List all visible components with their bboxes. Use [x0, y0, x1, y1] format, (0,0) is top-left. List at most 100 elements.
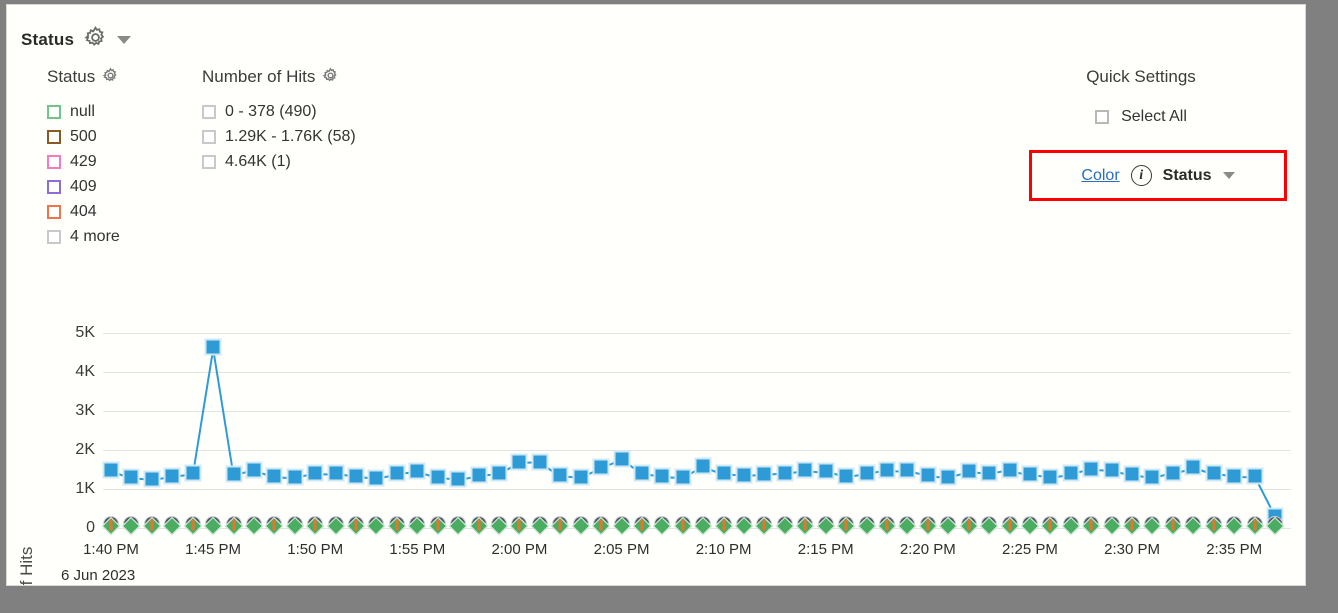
data-point-null[interactable]	[572, 469, 589, 486]
data-point-409[interactable]	[615, 520, 628, 533]
data-point-null[interactable]	[1001, 461, 1018, 478]
data-point-null[interactable]	[307, 464, 324, 481]
data-point-null[interactable]	[1062, 465, 1079, 482]
data-point-409[interactable]	[738, 520, 751, 533]
data-point-null[interactable]	[817, 463, 834, 480]
data-point-409[interactable]	[247, 520, 260, 533]
data-point-404[interactable]	[314, 519, 317, 530]
data-point-409[interactable]	[983, 520, 996, 533]
data-point-409[interactable]	[452, 520, 465, 533]
data-point-null[interactable]	[511, 454, 528, 471]
data-point-null[interactable]	[531, 453, 548, 470]
data-point-409[interactable]	[574, 520, 587, 533]
checkbox-icon[interactable]	[202, 105, 216, 119]
data-point-null[interactable]	[286, 469, 303, 486]
data-point-409[interactable]	[819, 520, 832, 533]
data-point-null[interactable]	[736, 467, 753, 484]
facet-option-status-3[interactable]: 409	[47, 174, 217, 199]
data-point-null[interactable]	[1021, 466, 1038, 483]
data-point-null[interactable]	[981, 465, 998, 482]
data-point-404[interactable]	[1131, 519, 1134, 530]
checkbox-icon[interactable]	[47, 155, 61, 169]
facet-option-hits-1[interactable]: 1.29K - 1.76K (58)	[202, 124, 532, 149]
data-point-null[interactable]	[797, 461, 814, 478]
data-point-null[interactable]	[1144, 469, 1161, 486]
data-point-404[interactable]	[232, 519, 235, 530]
data-point-null[interactable]	[1083, 460, 1100, 477]
data-point-404[interactable]	[1049, 519, 1052, 530]
data-point-null[interactable]	[674, 469, 691, 486]
checkbox-icon[interactable]	[202, 155, 216, 169]
data-point-404[interactable]	[1090, 519, 1093, 530]
data-point-409[interactable]	[697, 520, 710, 533]
data-point-409[interactable]	[1187, 520, 1200, 533]
data-point-null[interactable]	[143, 471, 160, 488]
data-point-null[interactable]	[388, 465, 405, 482]
data-point-409[interactable]	[901, 520, 914, 533]
data-point-404[interactable]	[640, 519, 643, 530]
data-point-409[interactable]	[656, 520, 669, 533]
data-point-null[interactable]	[899, 462, 916, 479]
facet-option-status-4[interactable]: 404	[47, 199, 217, 224]
data-point-null[interactable]	[695, 457, 712, 474]
data-point-null[interactable]	[164, 468, 181, 485]
data-point-null[interactable]	[184, 465, 201, 482]
data-point-404[interactable]	[191, 519, 194, 530]
data-point-null[interactable]	[858, 465, 875, 482]
data-point-null[interactable]	[1103, 461, 1120, 478]
data-point-null[interactable]	[552, 467, 569, 484]
data-point-404[interactable]	[1253, 519, 1256, 530]
data-point-null[interactable]	[409, 463, 426, 480]
data-point-404[interactable]	[477, 519, 480, 530]
facet-option-hits-0[interactable]: 0 - 378 (490)	[202, 99, 532, 124]
data-point-404[interactable]	[110, 519, 113, 530]
data-point-null[interactable]	[633, 465, 650, 482]
data-point-null[interactable]	[1205, 465, 1222, 482]
data-point-null[interactable]	[613, 451, 630, 468]
data-point-null[interactable]	[960, 463, 977, 480]
chevron-down-icon[interactable]	[1223, 172, 1235, 179]
data-point-409[interactable]	[942, 520, 955, 533]
data-point-null[interactable]	[368, 469, 385, 486]
data-point-null[interactable]	[123, 469, 140, 486]
data-point-null[interactable]	[879, 461, 896, 478]
data-point-null[interactable]	[103, 461, 120, 478]
data-point-null[interactable]	[470, 467, 487, 484]
data-point-null[interactable]	[1124, 466, 1141, 483]
data-point-409[interactable]	[1146, 520, 1159, 533]
checkbox-icon[interactable]	[47, 205, 61, 219]
data-point-null[interactable]	[225, 466, 242, 483]
gear-icon[interactable]	[322, 67, 339, 87]
data-point-409[interactable]	[288, 520, 301, 533]
data-point-null[interactable]	[266, 467, 283, 484]
data-point-404[interactable]	[273, 519, 276, 530]
data-point-404[interactable]	[763, 519, 766, 530]
data-point-409[interactable]	[1105, 520, 1118, 533]
data-point-409[interactable]	[533, 520, 546, 533]
data-point-409[interactable]	[411, 520, 424, 533]
gear-icon[interactable]	[83, 25, 108, 54]
data-point-404[interactable]	[355, 519, 358, 530]
data-point-null[interactable]	[715, 465, 732, 482]
data-point-null[interactable]	[429, 469, 446, 486]
data-point-409[interactable]	[778, 520, 791, 533]
data-point-404[interactable]	[886, 519, 889, 530]
checkbox-icon[interactable]	[47, 105, 61, 119]
data-point-409[interactable]	[370, 520, 383, 533]
data-point-409[interactable]	[166, 520, 179, 533]
data-point-409[interactable]	[1023, 520, 1036, 533]
data-point-null[interactable]	[776, 464, 793, 481]
facet-option-status-1[interactable]: 500	[47, 124, 217, 149]
data-point-409[interactable]	[125, 520, 138, 533]
checkbox-icon[interactable]	[47, 130, 61, 144]
facet-option-status-5[interactable]: 4 more	[47, 224, 217, 249]
data-point-409[interactable]	[1228, 520, 1241, 533]
select-all-checkbox[interactable]	[1095, 110, 1109, 124]
data-point-404[interactable]	[436, 519, 439, 530]
checkbox-icon[interactable]	[47, 230, 61, 244]
data-point-404[interactable]	[395, 519, 398, 530]
data-point-404[interactable]	[1008, 519, 1011, 530]
data-point-404[interactable]	[1171, 519, 1174, 530]
data-point-null[interactable]	[450, 470, 467, 487]
data-point-404[interactable]	[804, 519, 807, 530]
